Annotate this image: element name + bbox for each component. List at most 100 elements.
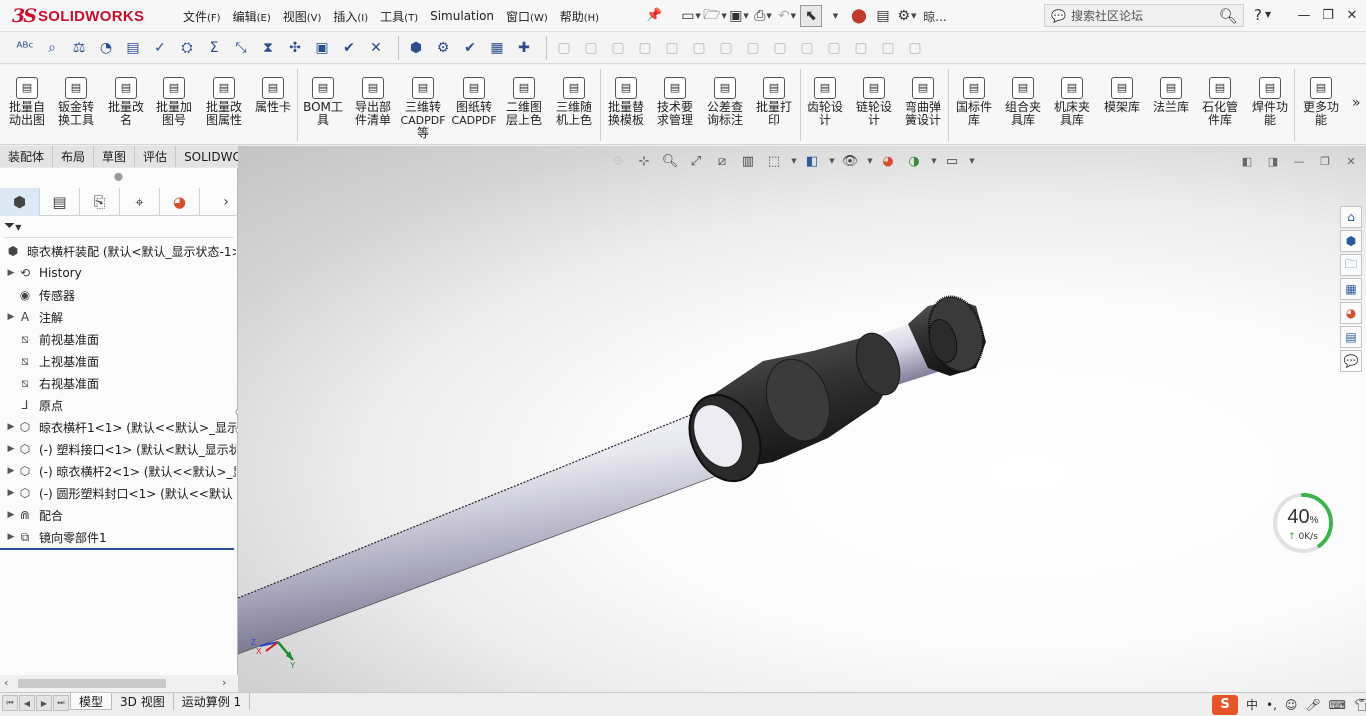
mass-props-icon[interactable]: ⚖ bbox=[68, 37, 90, 59]
display-style-icon[interactable]: ◧ bbox=[802, 152, 822, 170]
feature-tree-tab-icon[interactable]: ⬢ bbox=[0, 188, 40, 216]
section-view-icon[interactable]: ⧄ bbox=[712, 152, 732, 170]
expand-arrow-icon[interactable]: ▶ bbox=[6, 268, 16, 278]
measure-icon[interactable]: ⌕ bbox=[41, 37, 63, 59]
tree-item[interactable]: ▶ A 注解 bbox=[0, 306, 236, 328]
solidworks-logo[interactable]: 3S SOLIDWORKS bbox=[12, 5, 144, 27]
custom-properties-icon[interactable]: ▤ bbox=[1340, 326, 1362, 348]
previous-view-icon[interactable]: ⤢ bbox=[686, 152, 706, 170]
scroll-left-icon[interactable]: ‹ bbox=[4, 676, 8, 689]
bom-button[interactable]: ▤ BOM工具 bbox=[300, 65, 346, 145]
options-icon[interactable]: ⚙ ▼ bbox=[896, 5, 918, 27]
property-card-button[interactable]: ▤ 属性卡 bbox=[250, 65, 296, 145]
emoji-icon[interactable]: ☺ bbox=[1285, 698, 1298, 712]
tab-2[interactable]: 草图 bbox=[94, 146, 136, 167]
pipe-library-button[interactable]: ▤ 石化管 件库 bbox=[1197, 65, 1243, 145]
configuration-tab-icon[interactable]: ⎘ bbox=[80, 188, 120, 216]
bottom-tab-2[interactable]: 运动算例 1 bbox=[174, 693, 251, 710]
part-reviewer-icon[interactable]: ⛭ bbox=[176, 37, 198, 59]
scroll-thumb[interactable] bbox=[18, 679, 166, 688]
flange-library-button[interactable]: ▤ 法兰库 bbox=[1148, 65, 1194, 145]
standard-parts-button[interactable]: ▤ 国标件库 bbox=[951, 65, 997, 145]
gear-design-button[interactable]: ▤ 齿轮设计 bbox=[802, 65, 848, 145]
apply-scene-dropdown-icon[interactable]: ▼ bbox=[930, 152, 938, 170]
sogou-ime-logo[interactable]: S bbox=[1212, 694, 1238, 715]
replace-template-button[interactable]: ▤ 批量替 换模板 bbox=[603, 65, 649, 145]
mirror-icon[interactable]: ⧗ bbox=[257, 37, 279, 59]
tree-item[interactable]: ▶ ⬡ (-) 塑料接口<1> (默认<默认_显示状 bbox=[0, 438, 236, 460]
view-settings-dropdown-icon[interactable]: ▼ bbox=[968, 152, 976, 170]
hide-show-icon[interactable]: 👁︎ bbox=[840, 152, 860, 170]
ribbon-more-icon[interactable]: » bbox=[1352, 95, 1361, 111]
tab-3[interactable]: 评估 bbox=[135, 146, 177, 167]
zoom-area-icon[interactable]: ⊹ bbox=[634, 152, 654, 170]
help-dropdown-icon[interactable]: ▼ bbox=[1265, 10, 1271, 24]
hide-show-dropdown-icon[interactable]: ▼ bbox=[866, 152, 874, 170]
batch-print-button[interactable]: ▤ 批量打印 bbox=[751, 65, 797, 145]
microphone-icon[interactable]: 🎤︎ bbox=[1305, 698, 1320, 712]
tab-0[interactable]: 装配体 bbox=[0, 146, 54, 167]
help-menu[interactable]: ? ▼ bbox=[1254, 6, 1271, 24]
statistics-icon[interactable]: ▤ bbox=[122, 37, 144, 59]
file-properties-icon[interactable]: ▤ bbox=[872, 5, 894, 27]
export-list-button[interactable]: ▤ 导出部 件清单 bbox=[350, 65, 396, 145]
instant3d-icon[interactable]: ⬢ bbox=[405, 37, 427, 59]
menu-item[interactable]: 工具(T) bbox=[380, 8, 418, 25]
menu-item[interactable]: 视图(V) bbox=[283, 8, 322, 25]
rename-button[interactable]: ▤ 批量改名 bbox=[103, 65, 149, 145]
restore-icon[interactable]: ❐ bbox=[1316, 4, 1340, 26]
dynamic-annotation-icon[interactable]: ▥ bbox=[738, 152, 758, 170]
auto-drawing-button[interactable]: ▤ 批量自 动出图 bbox=[4, 65, 50, 145]
tree-item[interactable]: ⧅ 上视基准面 bbox=[0, 350, 236, 372]
viewport-minimize-icon[interactable]: — bbox=[1286, 154, 1312, 168]
interference-icon[interactable]: ⤡ bbox=[230, 37, 252, 59]
apply-scene-icon[interactable]: ◑ bbox=[904, 152, 924, 170]
expand-arrow-icon[interactable]: ▶ bbox=[6, 444, 16, 454]
tree-item[interactable]: ▶ ⧉ 镜向零部件1 bbox=[0, 526, 236, 548]
bottom-tab-1[interactable]: 3D 视图 bbox=[112, 693, 174, 710]
design-library-icon[interactable]: ⬢ bbox=[1340, 230, 1362, 252]
file-explorer-icon[interactable]: 🗀 bbox=[1340, 254, 1362, 276]
next-tab-icon[interactable]: ▶ bbox=[36, 695, 52, 711]
menu-item[interactable]: 帮助(H) bbox=[560, 8, 599, 25]
zoom-to-fit-icon[interactable]: ⟐ bbox=[608, 152, 628, 170]
weldment-button[interactable]: ▤ 焊件功能 bbox=[1247, 65, 1293, 145]
expand-arrow-icon[interactable]: ▶ bbox=[6, 532, 16, 542]
tree-item[interactable]: ▶ ⋒ 配合 bbox=[0, 504, 236, 526]
display-style-dropdown-icon[interactable]: ▼ bbox=[828, 152, 836, 170]
spring-design-button[interactable]: ▤ 弯曲弹 簧设计 bbox=[900, 65, 946, 145]
viewport-tile-right-icon[interactable]: ◨ bbox=[1260, 154, 1286, 168]
smartmates-icon[interactable]: ✔ bbox=[338, 37, 360, 59]
first-tab-icon[interactable]: ⏮ bbox=[2, 695, 18, 711]
tree-item[interactable]: ▶ ⬡ (-) 晾衣横杆2<1> (默认<<默认>_显 bbox=[0, 460, 236, 482]
expand-arrow-icon[interactable]: ▶ bbox=[6, 466, 16, 476]
view-orientation-icon[interactable]: ⬚ bbox=[764, 152, 784, 170]
property-manager-tab-icon[interactable]: ▤ bbox=[40, 188, 80, 216]
panel-tabs-next-icon[interactable]: › bbox=[214, 188, 238, 215]
view-orientation-dropdown-icon[interactable]: ▼ bbox=[790, 152, 798, 170]
select-dropdown-icon[interactable]: ▼ bbox=[824, 5, 846, 27]
scroll-right-icon[interactable]: › bbox=[222, 676, 226, 689]
fixture-library-button[interactable]: ▤ 组合夹 具库 bbox=[1000, 65, 1046, 145]
layer-color-button[interactable]: ▤ 二维图 层上色 bbox=[501, 65, 547, 145]
viewport-tile-left-icon[interactable]: ◧ bbox=[1234, 154, 1260, 168]
menu-item[interactable]: 窗口(W) bbox=[506, 8, 548, 25]
property-icon[interactable]: ▣ bbox=[311, 37, 333, 59]
minimize-icon[interactable]: — bbox=[1292, 4, 1316, 26]
menu-item[interactable]: 插入(I) bbox=[333, 8, 368, 25]
tree-item[interactable]: ⧅ 右视基准面 bbox=[0, 372, 236, 394]
ime-mode[interactable]: 中 bbox=[1246, 696, 1258, 713]
sheetmetal-button[interactable]: ▤ 钣金转 换工具 bbox=[53, 65, 99, 145]
bottom-tab-0[interactable]: 模型 bbox=[70, 693, 113, 710]
appearances-icon[interactable]: ◕ bbox=[1340, 302, 1362, 324]
search-icon[interactable]: 🔍︎ bbox=[1213, 7, 1243, 25]
new-file-icon[interactable]: ▭ ▼ bbox=[680, 5, 702, 27]
punctuation-icon[interactable]: •, bbox=[1266, 698, 1277, 712]
display-manager-tab-icon[interactable]: ◕ bbox=[160, 188, 200, 216]
tree-item[interactable]: ▶ ⬡ (-) 圆形塑料封口<1> (默认<<默认 bbox=[0, 482, 236, 504]
print-icon[interactable]: ⎙ ▼ bbox=[752, 5, 774, 27]
graphics-area[interactable]: Z X Y ⟐ ⊹ 🔍︎ ⤢ ⧄ ▥ ⬚ ▼ ◧ ▼ 👁︎ ▼ ◕ ◑ ▼ ▭ … bbox=[238, 146, 1366, 692]
close-icon[interactable]: ✕ bbox=[1340, 4, 1364, 26]
dimxpert-tab-icon[interactable]: ⌖ bbox=[120, 188, 160, 216]
edit-properties-button[interactable]: ▤ 批量改 图属性 bbox=[201, 65, 247, 145]
